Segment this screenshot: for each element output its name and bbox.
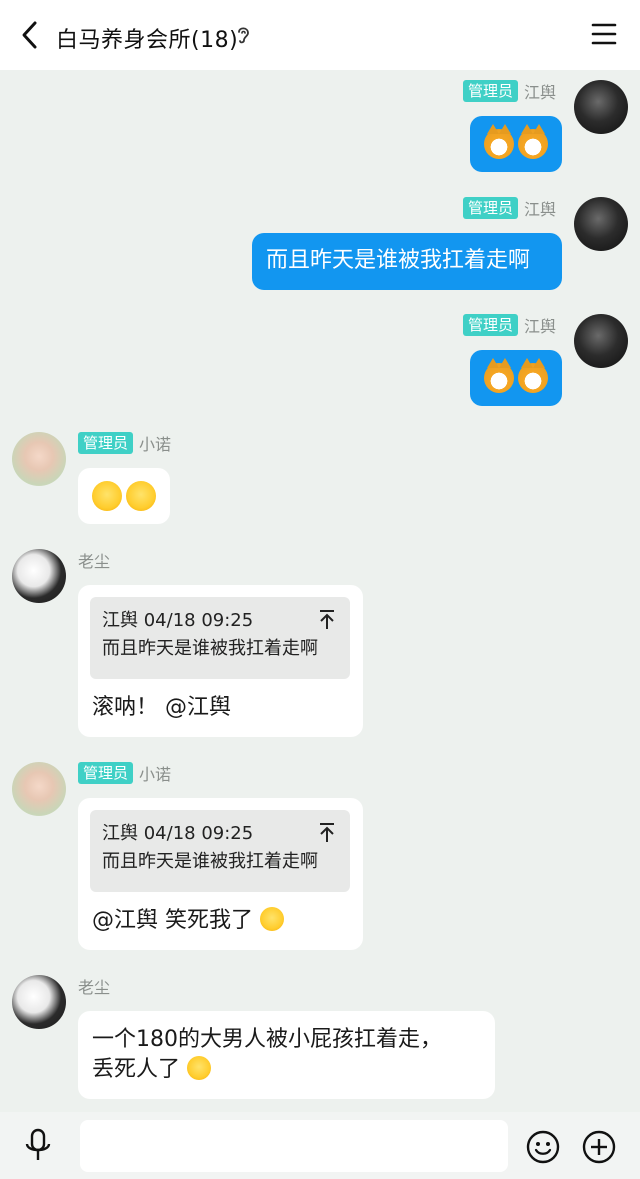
message-meta: 管理员 小诺 — [78, 432, 171, 454]
message-item: 管理员 小诺 — [0, 432, 640, 532]
page-title[interactable]: 白马养身会所(18) — [56, 22, 238, 54]
avatar[interactable] — [12, 975, 66, 1029]
avatar[interactable] — [12, 549, 66, 603]
shiba-emoji-icon — [518, 358, 548, 393]
sender-name: 江舆 — [523, 83, 556, 102]
message-meta: 管理员 小诺 — [78, 762, 171, 784]
message-item: 管理员 小诺 江舆 04/18 09:25 而且昨天是谁被我扛着走啊 @江舆 笑… — [0, 762, 640, 952]
message-text: 而且昨天是谁被我扛着走啊 — [266, 248, 531, 273]
message-meta: 老尘 — [78, 549, 110, 571]
quote-text: 而且昨天是谁被我扛着走啊 — [102, 851, 318, 872]
avatar[interactable] — [574, 80, 628, 134]
admin-badge: 管理员 — [462, 314, 518, 336]
chat-screen: 白马养身会所(18) 管理员 江舆 管理员 江舆 而且昨天是谁被我扛着走啊 管理… — [0, 0, 640, 1179]
laughing-tear-emoji-icon — [260, 907, 284, 931]
input-bar — [0, 1112, 640, 1179]
message-text: @江舆 笑死我了 — [92, 908, 253, 933]
message-item: 老尘 一个180的大男人被小屁孩扛着走， 丢死人了 — [0, 975, 640, 1105]
quote-header: 江舆 04/18 09:25 — [102, 610, 254, 631]
avatar[interactable] — [12, 432, 66, 486]
sender-name: 老尘 — [78, 552, 111, 571]
message-line: 丢死人了 — [92, 1055, 481, 1085]
message-text: 滚呐！ @江舆 — [92, 695, 231, 720]
admin-badge: 管理员 — [78, 762, 134, 784]
message-text: 丢死人了 — [92, 1057, 181, 1082]
message-bubble[interactable] — [470, 350, 562, 406]
shiba-emoji-icon — [484, 124, 514, 159]
admin-badge: 管理员 — [78, 432, 134, 454]
sender-name: 老尘 — [78, 978, 111, 997]
back-icon — [22, 21, 37, 49]
reply-bubble[interactable]: 江舆 04/18 09:25 而且昨天是谁被我扛着走啊 @江舆 笑死我了 — [78, 798, 363, 950]
message-meta: 管理员 江舆 — [462, 314, 556, 336]
quote-header: 江舆 04/18 09:25 — [102, 823, 254, 844]
message-bubble[interactable] — [470, 116, 562, 172]
quoted-message[interactable]: 江舆 04/18 09:25 而且昨天是谁被我扛着走啊 — [90, 597, 350, 679]
message-item: 管理员 江舆 — [0, 314, 640, 414]
emoji-row — [470, 350, 562, 406]
message-bubble[interactable]: 一个180的大男人被小屁孩扛着走， 丢死人了 — [78, 1011, 495, 1099]
message-bubble[interactable]: 而且昨天是谁被我扛着走啊 — [252, 233, 562, 290]
pin-top-icon[interactable] — [318, 609, 336, 631]
message-meta: 管理员 江舆 — [462, 197, 556, 219]
quote-text: 而且昨天是谁被我扛着走啊 — [102, 638, 318, 659]
message-text: 一个180的大男人被小屁孩扛着走， — [92, 1027, 442, 1052]
sender-name: 江舆 — [523, 200, 556, 219]
quoted-message[interactable]: 江舆 04/18 09:25 而且昨天是谁被我扛着走啊 — [90, 810, 350, 892]
reply-bubble[interactable]: 江舆 04/18 09:25 而且昨天是谁被我扛着走啊 滚呐！ @江舆 — [78, 585, 363, 737]
thinking-emoji-icon — [187, 1056, 212, 1080]
shiba-emoji-icon — [518, 124, 548, 159]
mic-icon[interactable] — [22, 1128, 54, 1164]
chat-header: 白马养身会所(18) — [0, 0, 640, 70]
message-meta: 管理员 江舆 — [462, 80, 556, 102]
sender-name: 小诺 — [139, 435, 172, 454]
smile-icon[interactable] — [526, 1130, 560, 1164]
message-input[interactable] — [80, 1120, 508, 1172]
avatar[interactable] — [574, 314, 628, 368]
message-meta: 老尘 — [78, 975, 110, 997]
menu-icon[interactable] — [590, 20, 618, 48]
avatar[interactable] — [574, 197, 628, 251]
admin-badge: 管理员 — [462, 197, 518, 219]
laughing-emoji-icon — [92, 481, 122, 511]
plus-icon[interactable] — [582, 1130, 616, 1164]
admin-badge: 管理员 — [462, 80, 518, 102]
emoji-row — [78, 468, 170, 524]
shiba-emoji-icon — [484, 358, 514, 393]
message-item: 老尘 江舆 04/18 09:25 而且昨天是谁被我扛着走啊 滚呐！ @江舆 — [0, 549, 640, 739]
sender-name: 江舆 — [523, 317, 556, 336]
message-line: @江舆 笑死我了 — [92, 906, 284, 936]
emoji-row — [470, 116, 562, 172]
laughing-emoji-icon — [126, 481, 156, 511]
message-bubble[interactable] — [78, 468, 170, 524]
back-button[interactable] — [12, 17, 48, 53]
avatar[interactable] — [12, 762, 66, 816]
message-item: 管理员 江舆 而且昨天是谁被我扛着走啊 — [0, 197, 640, 297]
ear-icon — [238, 27, 249, 44]
sender-name: 小诺 — [139, 765, 172, 784]
message-item: 管理员 江舆 — [0, 80, 640, 180]
pin-top-icon[interactable] — [318, 822, 336, 844]
